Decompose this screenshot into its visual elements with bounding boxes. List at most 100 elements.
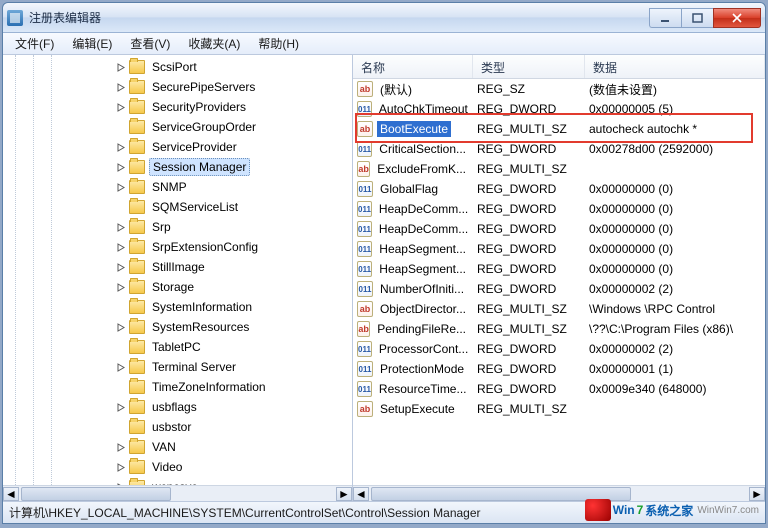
menu-2[interactable]: 查看(V) (122, 33, 178, 54)
column-data[interactable]: 数据 (585, 55, 765, 78)
expand-icon[interactable] (111, 443, 129, 452)
tree-label: SecurityProviders (149, 99, 249, 115)
tree-label: SystemInformation (149, 299, 255, 315)
tree-item[interactable]: Storage (3, 277, 352, 297)
value-row[interactable]: 011HeapSegment...REG_DWORD0x00000000 (0) (353, 239, 765, 259)
expand-icon[interactable] (111, 363, 129, 372)
tree-item[interactable]: Terminal Server (3, 357, 352, 377)
value-type: REG_DWORD (473, 260, 585, 278)
tree-item[interactable]: usbstor (3, 417, 352, 437)
folder-icon (129, 300, 145, 314)
expand-icon[interactable] (111, 243, 129, 252)
menu-1[interactable]: 编辑(E) (64, 33, 120, 54)
value-row[interactable]: 011AutoChkTimeoutREG_DWORD0x00000005 (5) (353, 99, 765, 119)
tree-pane[interactable]: ScsiPortSecurePipeServers SecurityProvide… (3, 55, 353, 501)
value-row[interactable]: abObjectDirector...REG_MULTI_SZ\Windows … (353, 299, 765, 319)
tree-item[interactable]: StillImage (3, 257, 352, 277)
value-data: \Windows \RPC Control (585, 300, 765, 318)
value-row[interactable]: 011GlobalFlagREG_DWORD0x00000000 (0) (353, 179, 765, 199)
folder-icon (129, 460, 145, 474)
value-row[interactable]: 011ProtectionModeREG_DWORD0x00000001 (1) (353, 359, 765, 379)
tree-item[interactable]: SystemResources (3, 317, 352, 337)
scroll-right-icon[interactable]: ► (336, 487, 352, 501)
value-row[interactable]: ab(默认)REG_SZ(数值未设置) (353, 79, 765, 99)
folder-icon (129, 240, 145, 254)
tree-item[interactable]: SecurePipeServers (3, 77, 352, 97)
tree-item[interactable]: SrpExtensionConfig (3, 237, 352, 257)
column-name[interactable]: 名称 (353, 55, 473, 78)
tree-item[interactable]: usbflags (3, 397, 352, 417)
value-row[interactable]: 011HeapDeComm...REG_DWORD0x00000000 (0) (353, 199, 765, 219)
tree-label: SQMServiceList (149, 199, 241, 215)
expand-icon[interactable] (111, 323, 129, 332)
tree-item[interactable]: VAN (3, 437, 352, 457)
menu-4[interactable]: 帮助(H) (250, 33, 307, 54)
tree-item[interactable]: ServiceProvider (3, 137, 352, 157)
tree-item[interactable]: TimeZoneInformation (3, 377, 352, 397)
expand-icon[interactable] (111, 263, 129, 272)
value-row[interactable]: abPendingFileRe...REG_MULTI_SZ\??\C:\Pro… (353, 319, 765, 339)
expand-icon[interactable] (111, 143, 129, 152)
tree-item[interactable]: ServiceGroupOrder (3, 117, 352, 137)
tree-h-scrollbar[interactable]: ◄ ► (3, 485, 352, 501)
binary-value-icon: 011 (357, 241, 372, 257)
tree-item[interactable]: SNMP (3, 177, 352, 197)
value-row[interactable]: 011CriticalSection...REG_DWORD0x00278d00… (353, 139, 765, 159)
binary-value-icon: 011 (357, 141, 372, 157)
folder-icon (129, 260, 145, 274)
value-row[interactable]: 011HeapSegment...REG_DWORD0x00000000 (0) (353, 259, 765, 279)
tree-item[interactable]: SecurityProviders (3, 97, 352, 117)
value-row[interactable]: abExcludeFromK...REG_MULTI_SZ (353, 159, 765, 179)
values-pane[interactable]: 名称 类型 数据 ab(默认)REG_SZ(数值未设置)011AutoChkTi… (353, 55, 765, 501)
folder-icon (129, 200, 145, 214)
menu-0[interactable]: 文件(F) (7, 33, 62, 54)
tree-label: VAN (149, 439, 179, 455)
tree-item[interactable]: Session Manager (3, 157, 352, 177)
folder-icon (129, 360, 145, 374)
expand-icon[interactable] (111, 103, 129, 112)
column-header[interactable]: 名称 类型 数据 (353, 55, 765, 79)
tree-item[interactable]: SystemInformation (3, 297, 352, 317)
value-name: AutoChkTimeout (376, 101, 471, 117)
column-type[interactable]: 类型 (473, 55, 585, 78)
expand-icon[interactable] (111, 183, 129, 192)
tree-item[interactable]: Srp (3, 217, 352, 237)
close-button[interactable] (713, 8, 761, 28)
minimize-button[interactable] (649, 8, 681, 28)
folder-icon (129, 320, 145, 334)
value-row[interactable]: 011HeapDeComm...REG_DWORD0x00000000 (0) (353, 219, 765, 239)
expand-icon[interactable] (111, 163, 129, 172)
value-row[interactable]: abSetupExecuteREG_MULTI_SZ (353, 399, 765, 419)
titlebar[interactable]: 注册表编辑器 (3, 3, 765, 33)
expand-icon[interactable] (111, 83, 129, 92)
tree-item[interactable]: Video (3, 457, 352, 477)
value-row[interactable]: abBootExecuteREG_MULTI_SZautocheck autoc… (353, 119, 765, 139)
value-row[interactable]: 011ResourceTime...REG_DWORD0x0009e340 (6… (353, 379, 765, 399)
folder-icon (129, 400, 145, 414)
value-row[interactable]: 011ProcessorCont...REG_DWORD0x00000002 (… (353, 339, 765, 359)
menu-3[interactable]: 收藏夹(A) (180, 33, 248, 54)
folder-icon (129, 140, 145, 154)
folder-icon (129, 180, 145, 194)
scroll-left-icon[interactable]: ◄ (3, 487, 19, 501)
tree-label: ServiceGroupOrder (149, 119, 259, 135)
tree-label: Srp (149, 219, 174, 235)
tree-item[interactable]: SQMServiceList (3, 197, 352, 217)
string-value-icon: ab (357, 81, 373, 97)
value-name: SetupExecute (377, 401, 458, 417)
expand-icon[interactable] (111, 283, 129, 292)
expand-icon[interactable] (111, 63, 129, 72)
tree-item[interactable]: TabletPC (3, 337, 352, 357)
value-name: PendingFileRe... (374, 321, 469, 337)
value-data: 0x00000002 (2) (585, 280, 765, 298)
tree-item[interactable]: ScsiPort (3, 57, 352, 77)
maximize-button[interactable] (681, 8, 713, 28)
tree-label: usbflags (149, 399, 200, 415)
scroll-left-icon[interactable]: ◄ (353, 487, 369, 501)
value-name: (默认) (377, 80, 415, 99)
value-row[interactable]: 011NumberOfIniti...REG_DWORD0x00000002 (… (353, 279, 765, 299)
expand-icon[interactable] (111, 463, 129, 472)
expand-icon[interactable] (111, 403, 129, 412)
expand-icon[interactable] (111, 223, 129, 232)
value-name: HeapDeComm... (376, 201, 471, 217)
